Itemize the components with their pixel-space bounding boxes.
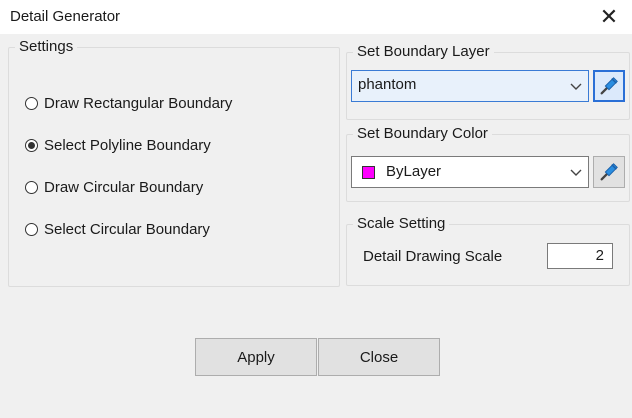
detail-drawing-scale-input[interactable]: 2 <box>547 243 613 269</box>
boundary-color-group-label: Set Boundary Color <box>353 124 492 144</box>
title-bar: Detail Generator ✕ <box>0 0 632 34</box>
detail-generator-dialog: Detail Generator ✕ Settings Draw Rectang… <box>0 0 632 418</box>
radio-button-icon <box>25 96 38 110</box>
boundary-color-dropdown[interactable]: ByLayer <box>351 156 589 188</box>
boundary-layer-value: phantom <box>358 76 417 93</box>
pick-layer-button[interactable] <box>593 70 625 102</box>
radio-label: Draw Circular Boundary <box>44 178 204 196</box>
chevron-down-icon <box>570 169 582 176</box>
chevron-down-icon <box>570 83 582 90</box>
radio-draw-rectangular-boundary[interactable]: Draw Rectangular Boundary <box>25 92 232 114</box>
scale-setting-group-label: Scale Setting <box>353 214 450 234</box>
color-swatch <box>362 166 375 179</box>
boundary-color-value: ByLayer <box>386 163 442 180</box>
eyedropper-icon <box>600 163 618 181</box>
apply-button[interactable]: Apply <box>195 338 317 376</box>
boundary-color-group: Set Boundary Color ByLayer <box>346 124 630 202</box>
radio-select-circular-boundary[interactable]: Select Circular Boundary <box>25 218 210 240</box>
radio-label: Select Circular Boundary <box>44 220 210 238</box>
boundary-layer-group-label: Set Boundary Layer <box>353 42 494 62</box>
boundary-layer-group: Set Boundary Layer phantom <box>346 42 630 120</box>
radio-button-checked-icon <box>25 138 38 152</box>
close-button[interactable]: Close <box>318 338 440 376</box>
radio-button-icon <box>25 180 38 194</box>
pick-color-button[interactable] <box>593 156 625 188</box>
detail-drawing-scale-label: Detail Drawing Scale <box>363 248 503 265</box>
scale-setting-group: Scale Setting Detail Drawing Scale 2 <box>346 214 630 286</box>
window-title: Detail Generator <box>10 8 121 25</box>
settings-group-label: Settings <box>15 37 78 57</box>
radio-label: Select Polyline Boundary <box>44 136 211 154</box>
radio-select-polyline-boundary[interactable]: Select Polyline Boundary <box>25 134 211 156</box>
radio-button-icon <box>25 222 38 236</box>
close-window-button[interactable]: ✕ <box>586 0 632 34</box>
eyedropper-icon <box>600 77 618 95</box>
boundary-layer-dropdown[interactable]: phantom <box>351 70 589 102</box>
radio-label: Draw Rectangular Boundary <box>44 94 233 112</box>
radio-draw-circular-boundary[interactable]: Draw Circular Boundary <box>25 176 203 198</box>
settings-group: Settings Draw Rectangular Boundary Selec… <box>8 37 340 287</box>
